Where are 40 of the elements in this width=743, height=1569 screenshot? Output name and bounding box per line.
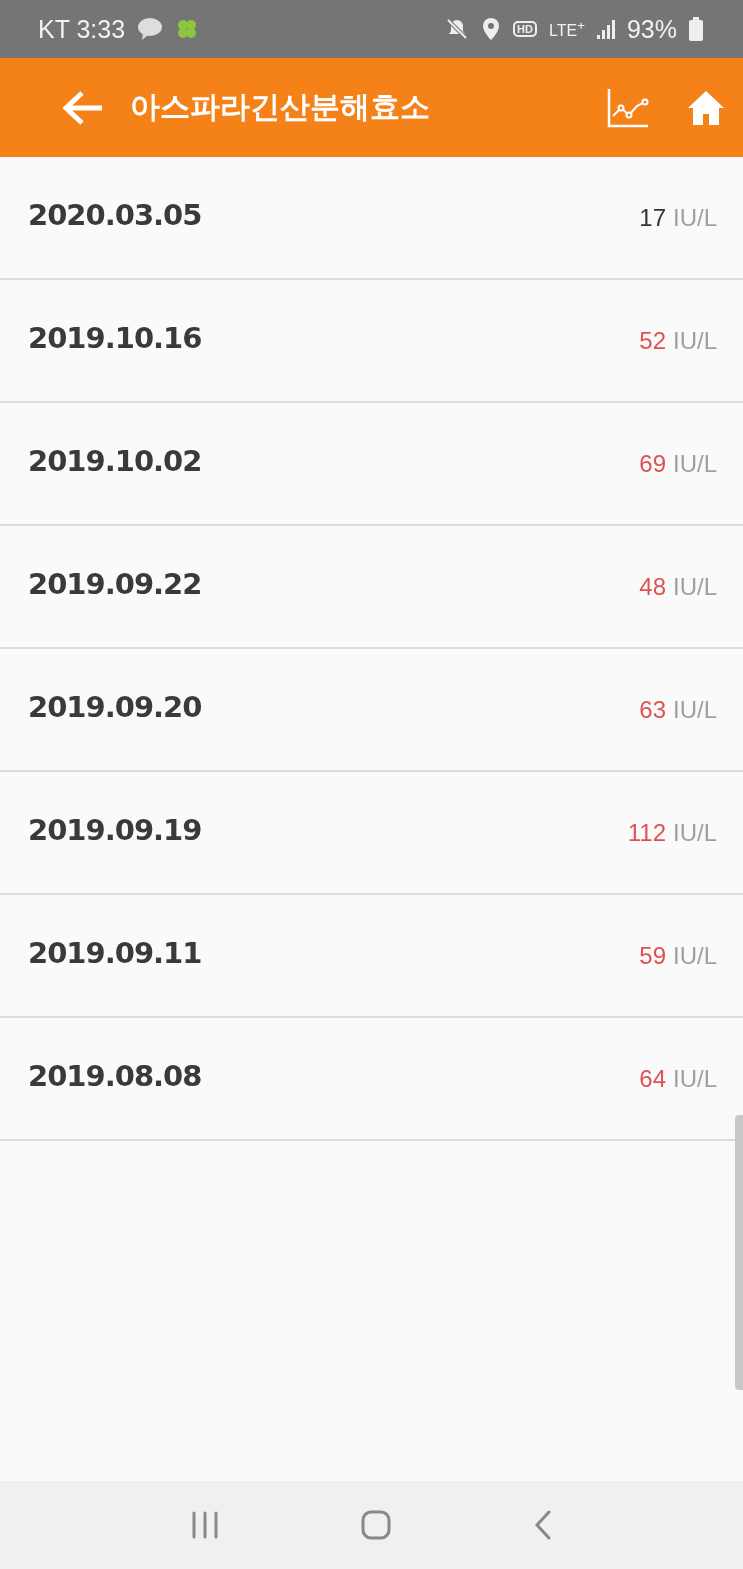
record-value: 52 (639, 326, 666, 355)
record-date: 2019.09.22 (28, 566, 202, 601)
location-icon (481, 17, 502, 41)
chart-button[interactable] (607, 87, 649, 128)
mute-icon (445, 17, 470, 41)
record-unit: IU/L (673, 941, 717, 970)
record-value: 69 (639, 449, 666, 478)
network-type: LTE$^{+}$ (549, 17, 585, 41)
status-time: KT 3:33 (38, 14, 126, 44)
record-value: 48 (639, 572, 666, 601)
record-value: 64 (639, 1064, 666, 1093)
record-unit: IU/L (673, 572, 717, 601)
record-unit: IU/L (673, 203, 717, 232)
record-date: 2019.09.20 (28, 689, 202, 724)
record-date: 2019.10.16 (28, 320, 202, 355)
home-nav-button[interactable] (361, 1510, 392, 1540)
record-value: 112 (627, 818, 666, 847)
record-unit: IU/L (673, 326, 717, 355)
record-date: 2019.10.02 (28, 443, 202, 478)
record-unit: IU/L (673, 449, 717, 478)
record-value: 63 (639, 695, 666, 724)
page-title: 아스파라긴산분해효소 (130, 88, 431, 126)
battery-icon (689, 17, 703, 41)
signal-icon (596, 18, 615, 40)
record-date: 2019.09.19 (28, 812, 202, 847)
home-button[interactable] (687, 89, 725, 126)
record-value: 59 (639, 941, 666, 970)
hd-indicator: HD (513, 21, 537, 37)
record-date: 2019.09.11 (28, 935, 202, 970)
record-date: 2019.08.08 (28, 1058, 202, 1093)
record-date: 2020.03.05 (28, 197, 202, 232)
chat-icon (137, 17, 164, 41)
back-nav-button[interactable] (533, 1510, 552, 1540)
record-unit: IU/L (673, 695, 717, 724)
record-value: 17 (639, 203, 666, 232)
battery-percent: 93% (626, 14, 677, 44)
record-unit: IU/L (673, 1064, 717, 1093)
record-unit: IU/L (673, 818, 717, 847)
recents-button[interactable] (191, 1511, 220, 1539)
back-button[interactable] (62, 89, 104, 126)
